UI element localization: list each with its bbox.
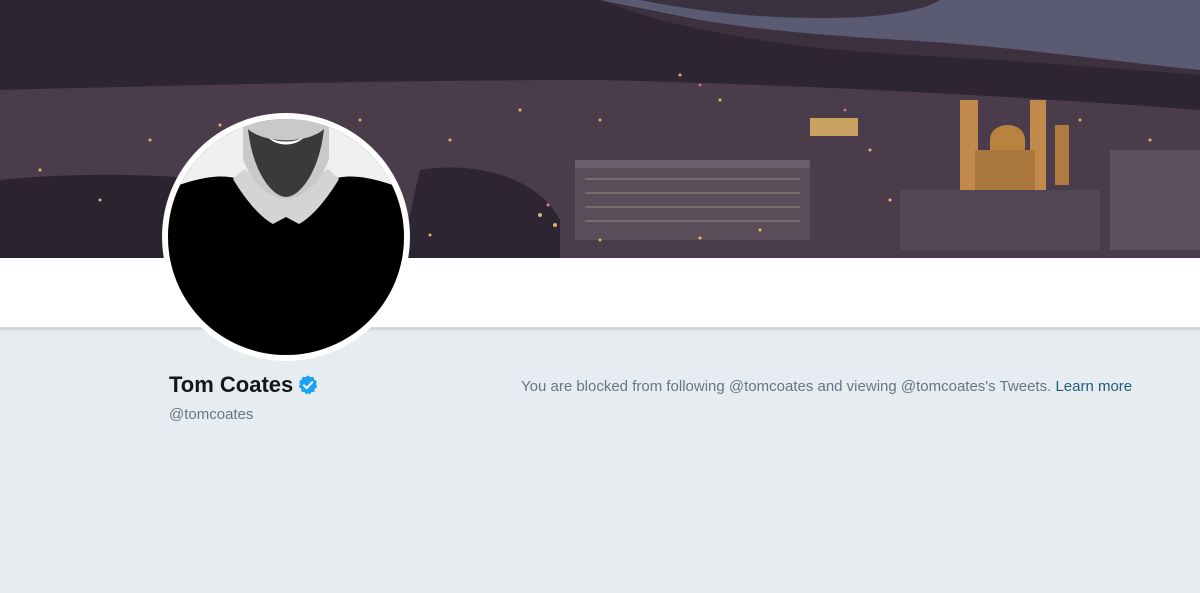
profile-handle[interactable]: @tomcoates	[169, 406, 253, 423]
blocked-notice: You are blocked from following @tomcoate…	[521, 378, 1132, 395]
avatar-photo	[168, 119, 404, 355]
blocked-notice-text: You are blocked from following @tomcoate…	[521, 378, 1052, 395]
profile-name-row: Tom Coates	[169, 372, 319, 398]
learn-more-link[interactable]: Learn more	[1055, 378, 1132, 395]
verified-badge-icon	[297, 374, 319, 396]
profile-name[interactable]: Tom Coates	[169, 372, 293, 398]
profile-avatar[interactable]	[162, 113, 410, 361]
